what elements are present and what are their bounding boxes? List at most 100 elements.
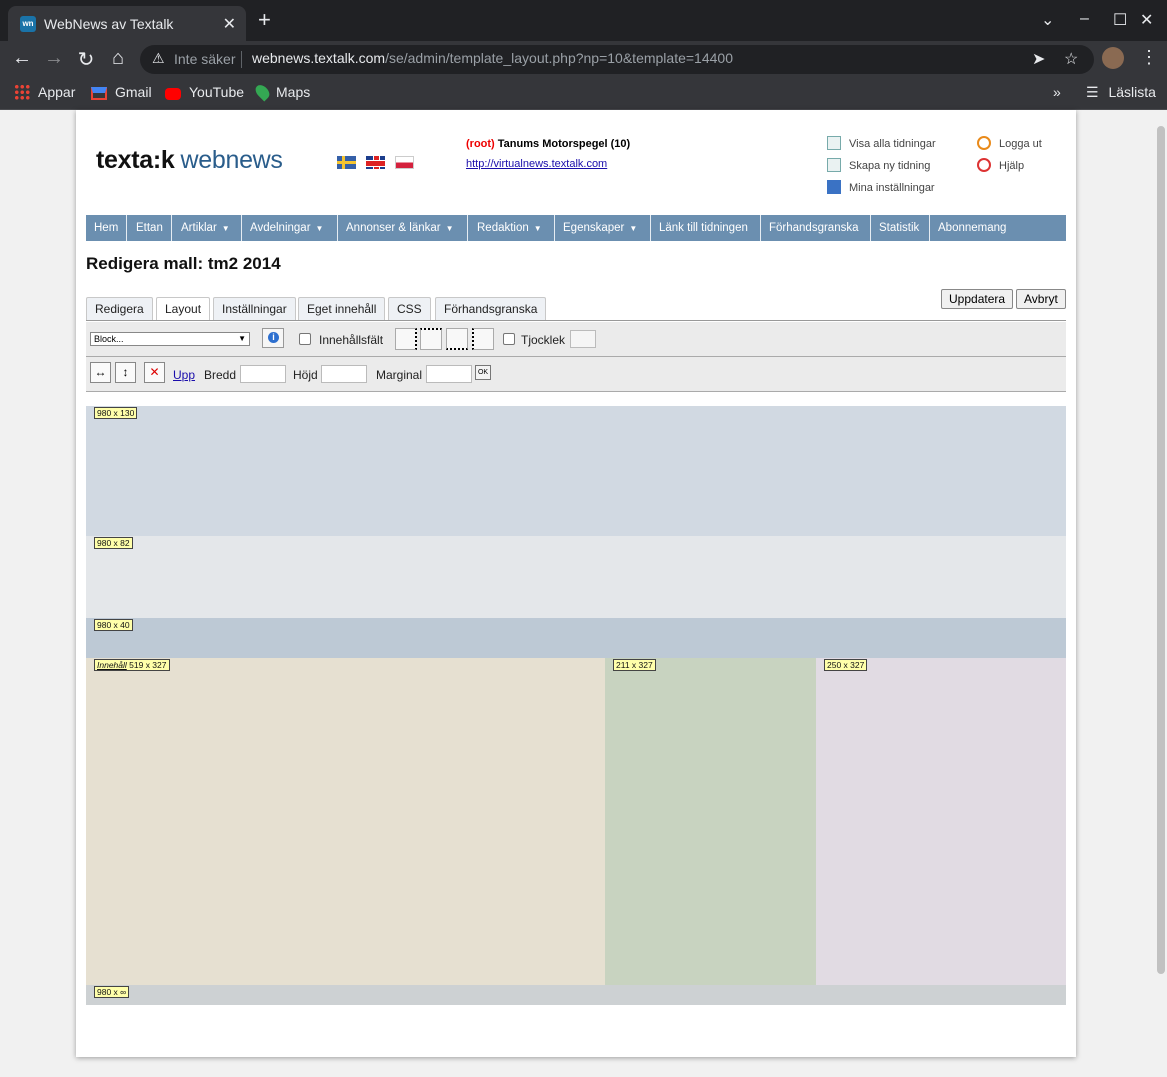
height-label: Höjd bbox=[293, 368, 318, 382]
info-icon[interactable] bbox=[262, 328, 284, 348]
block-size-label: 980 x 40 bbox=[94, 619, 133, 631]
cancel-button[interactable]: Avbryt bbox=[1016, 289, 1066, 309]
page-viewport: texta:k webnews (root) Tanums Motorspegel… bbox=[0, 110, 1167, 1077]
minimize-icon[interactable]: – bbox=[1080, 10, 1089, 28]
border-top-icon[interactable] bbox=[420, 328, 442, 350]
browser-tab[interactable]: wn WebNews av Textalk ✕ bbox=[8, 6, 246, 41]
sweden-flag-icon[interactable] bbox=[337, 156, 356, 169]
block-size-label: 980 x 82 bbox=[94, 537, 133, 549]
nav-label: Abonnemang bbox=[938, 222, 1007, 234]
block-select[interactable]: Block... ▼ bbox=[90, 332, 250, 346]
layout-block-banner[interactable]: 980 x 82 bbox=[86, 536, 1066, 618]
browser-menu-icon[interactable]: ⋮ bbox=[1140, 47, 1158, 68]
bookmarks-overflow-icon[interactable]: » bbox=[1053, 84, 1061, 100]
layout-block-header[interactable]: 980 x 130 bbox=[86, 406, 1066, 536]
security-label[interactable]: Inte säker bbox=[174, 51, 235, 67]
bookmark-maps[interactable]: Maps bbox=[252, 82, 310, 102]
new-document-icon bbox=[827, 158, 841, 172]
new-tab-icon[interactable]: + bbox=[258, 9, 271, 31]
tab-forhandsgranska[interactable]: Förhandsgranska bbox=[435, 297, 547, 321]
browser-toolbar: ← → ↻ ⌂ ⚠ Inte säker webnews.textalk.com… bbox=[0, 41, 1167, 78]
reload-icon[interactable]: ↻ bbox=[74, 47, 98, 72]
layout-block-content[interactable]: Innehåll 519 x 327 bbox=[86, 658, 605, 985]
view-all-papers-link[interactable]: Visa alla tidningar bbox=[827, 136, 936, 150]
bookmark-youtube[interactable]: YouTube bbox=[165, 84, 244, 100]
browser-tab-strip: wn WebNews av Textalk ✕ + ⌄ – ☐ ✕ bbox=[0, 0, 1167, 41]
tab-eget-innehall[interactable]: Eget innehåll bbox=[298, 297, 386, 321]
back-icon[interactable]: ← bbox=[10, 47, 34, 70]
poland-flag-icon[interactable] bbox=[395, 156, 414, 169]
nav-abonnemang[interactable]: Abonnemang bbox=[930, 215, 1020, 241]
address-bar[interactable]: ⚠ Inte säker webnews.textalk.com/se/admi… bbox=[140, 45, 1094, 74]
home-icon[interactable]: ⌂ bbox=[106, 47, 130, 70]
maximize-icon[interactable]: ☐ bbox=[1113, 10, 1127, 30]
bookmark-label: YouTube bbox=[189, 84, 245, 100]
border-right-icon[interactable] bbox=[395, 328, 417, 350]
url-host: webnews.textalk.com bbox=[252, 50, 386, 66]
delete-icon[interactable]: ✕ bbox=[144, 362, 165, 383]
tab-search-icon[interactable]: ⌄ bbox=[1041, 10, 1054, 30]
stretch-horizontal-icon[interactable]: ↔ bbox=[90, 362, 111, 383]
nav-label: Annonser & länkar bbox=[346, 222, 441, 234]
content-field-checkbox[interactable] bbox=[299, 333, 311, 345]
profile-avatar[interactable] bbox=[1102, 47, 1124, 69]
reading-list[interactable]: ☰ Läslista bbox=[1086, 84, 1156, 101]
warning-icon[interactable]: ⚠ bbox=[152, 50, 165, 67]
scrollbar-thumb[interactable] bbox=[1157, 126, 1165, 974]
url-text[interactable]: webnews.textalk.com/se/admin/template_la… bbox=[252, 50, 733, 66]
margin-input[interactable] bbox=[426, 365, 472, 383]
help-link[interactable]: Hjälp bbox=[977, 158, 1024, 172]
layout-block-footer[interactable]: 980 x ∞ bbox=[86, 985, 1066, 1005]
width-input[interactable] bbox=[240, 365, 286, 383]
ok-button[interactable]: OK bbox=[475, 365, 491, 380]
webnews-favicon-icon: wn bbox=[20, 16, 36, 32]
nav-home[interactable]: Hem bbox=[86, 215, 127, 241]
paper-url-link[interactable]: http://virtualnews.textalk.com bbox=[466, 158, 607, 170]
thickness-checkbox[interactable] bbox=[503, 333, 515, 345]
nav-annonser[interactable]: Annonser & länkar ▼ bbox=[338, 215, 468, 241]
nav-label: Hem bbox=[94, 222, 119, 234]
layout-block-middle-column[interactable]: 211 x 327 bbox=[605, 658, 816, 985]
up-link[interactable]: Upp bbox=[173, 368, 195, 382]
height-input[interactable] bbox=[321, 365, 367, 383]
layout-block-right-column[interactable]: 250 x 327 bbox=[816, 658, 1066, 985]
nav-statistik[interactable]: Statistik bbox=[871, 215, 930, 241]
nav-artiklar[interactable]: Artiklar ▼ bbox=[173, 215, 242, 241]
reading-list-icon: ☰ bbox=[1086, 84, 1099, 100]
nav-egenskaper[interactable]: Egenskaper ▼ bbox=[555, 215, 651, 241]
logout-link[interactable]: Logga ut bbox=[977, 136, 1042, 150]
stretch-vertical-icon[interactable]: ↕ bbox=[115, 362, 136, 383]
page-scrollbar[interactable] bbox=[1154, 110, 1167, 1077]
textalk-webnews-logo[interactable]: texta:k webnews bbox=[96, 146, 283, 175]
bookmark-star-icon[interactable]: ☆ bbox=[1064, 49, 1078, 69]
tab-installningar[interactable]: Inställningar bbox=[213, 297, 296, 321]
nav-link-to-paper[interactable]: Länk till tidningen bbox=[651, 215, 761, 241]
update-button[interactable]: Uppdatera bbox=[941, 289, 1014, 309]
current-paper: (root) Tanums Motorspegel (10) bbox=[466, 138, 630, 150]
tab-layout[interactable]: Layout bbox=[156, 297, 211, 321]
close-tab-icon[interactable]: ✕ bbox=[223, 14, 236, 34]
nav-label: Länk till tidningen bbox=[659, 222, 748, 234]
bookmark-apps[interactable]: Appar bbox=[14, 84, 75, 100]
tab-css[interactable]: CSS bbox=[388, 297, 431, 321]
layout-block-menu[interactable]: 980 x 40 bbox=[86, 618, 1066, 658]
reading-list-label: Läslista bbox=[1108, 84, 1156, 100]
my-settings-link[interactable]: Mina inställningar bbox=[827, 180, 935, 194]
nav-redaktion[interactable]: Redaktion ▼ bbox=[469, 215, 555, 241]
send-icon[interactable]: ➤ bbox=[1032, 49, 1045, 69]
block-size-label: 211 x 327 bbox=[613, 659, 656, 671]
bookmark-gmail[interactable]: Gmail bbox=[91, 84, 152, 100]
forward-icon[interactable]: → bbox=[42, 47, 66, 70]
paper-name: Tanums Motorspegel (10) bbox=[497, 138, 631, 150]
nav-preview[interactable]: Förhandsgranska bbox=[761, 215, 871, 241]
thickness-input[interactable] bbox=[570, 330, 596, 348]
uk-flag-icon[interactable] bbox=[366, 156, 385, 169]
create-paper-link[interactable]: Skapa ny tidning bbox=[827, 158, 930, 172]
apps-grid-icon bbox=[14, 84, 30, 100]
tab-redigera[interactable]: Redigera bbox=[86, 297, 153, 321]
border-left-icon[interactable] bbox=[472, 328, 494, 350]
nav-avdelningar[interactable]: Avdelningar ▼ bbox=[242, 215, 338, 241]
border-bottom-icon[interactable] bbox=[446, 328, 468, 350]
nav-ettan[interactable]: Ettan bbox=[128, 215, 172, 241]
close-window-icon[interactable]: ✕ bbox=[1140, 10, 1153, 30]
